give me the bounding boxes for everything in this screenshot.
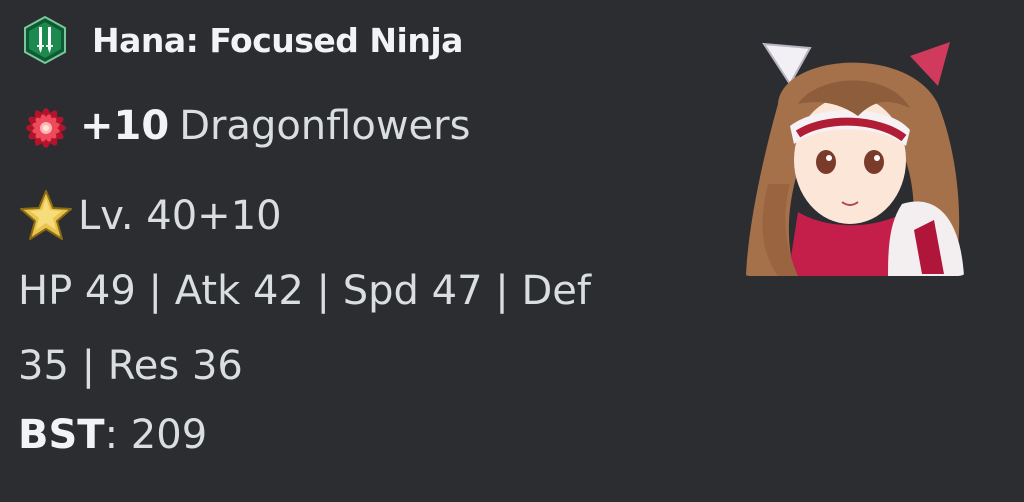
bst-line: BST: 209	[18, 412, 207, 458]
hero-embed: Hana: Focused Ninja +10 Dragonflowers Lv…	[0, 0, 1020, 498]
hero-portrait[interactable]	[738, 34, 970, 276]
hero-portrait-art	[738, 34, 970, 276]
bst-separator: :	[104, 412, 119, 458]
dragonflower-icon	[26, 108, 66, 148]
dragonflower-count: +10	[80, 103, 170, 149]
green-dagger-icon	[24, 15, 66, 65]
bst-label: BST	[18, 412, 105, 458]
hero-name[interactable]: Hana: Focused Ninja	[92, 21, 463, 60]
level-line: Lv. 40+10	[18, 188, 282, 244]
bst-value: 209	[118, 412, 208, 458]
dragonflower-label: Dragonflowers	[179, 103, 471, 149]
stats-line-2: 35 | Res 36	[18, 343, 243, 389]
embed-title-row: Hana: Focused Ninja	[20, 10, 463, 70]
dragonflower-line: +10 Dragonflowers	[18, 98, 470, 154]
stats-line-1: HP 49 | Atk 42 | Spd 47 | Def	[18, 268, 591, 314]
level-text: Lv. 40+10	[78, 193, 282, 239]
star-icon	[20, 190, 72, 240]
